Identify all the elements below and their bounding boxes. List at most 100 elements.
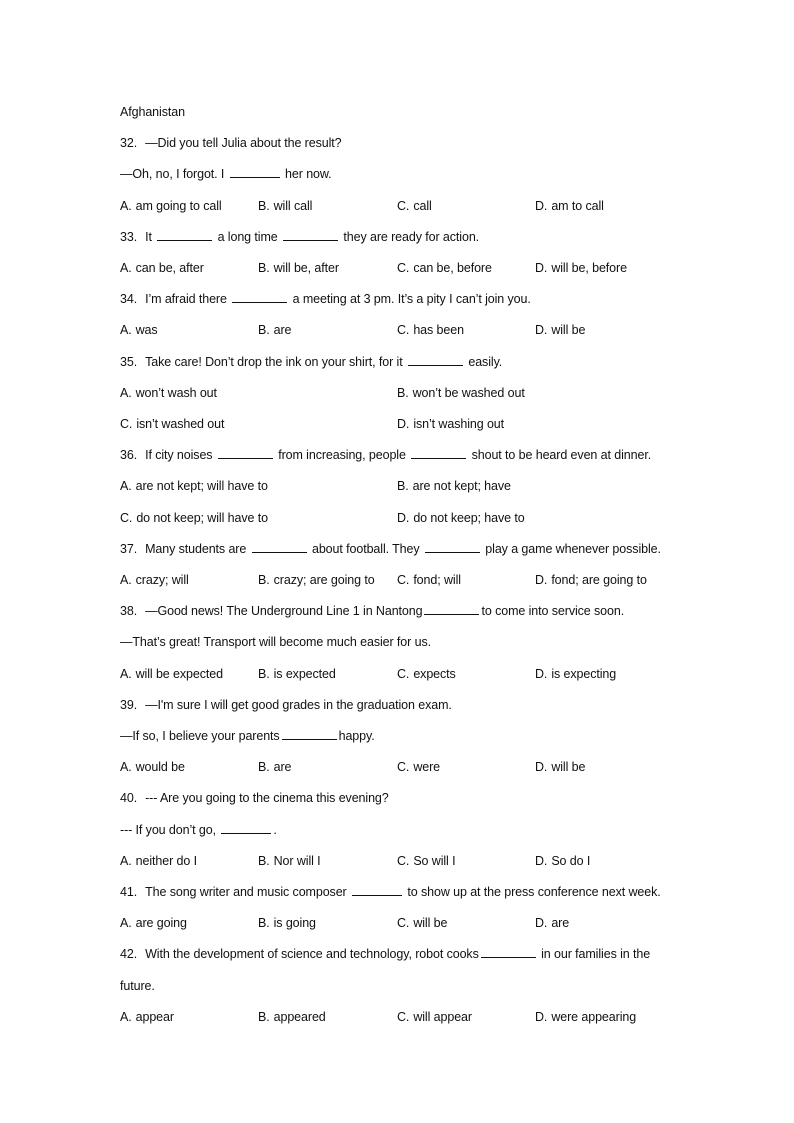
answer-option-c: C. were bbox=[397, 757, 440, 777]
stem-text: happy. bbox=[338, 729, 375, 743]
option-letter: D. bbox=[535, 323, 548, 338]
question-stem: 38. —Good news! The Underground Line 1 in… bbox=[120, 601, 624, 621]
question-number: 32. bbox=[120, 136, 138, 151]
question-stem: 39. —I'm sure I will get good grades in t… bbox=[120, 695, 452, 715]
option-text: appeared bbox=[273, 1009, 326, 1024]
stem-text: shout to be heard even at dinner. bbox=[468, 448, 652, 463]
option-text: call bbox=[413, 198, 432, 213]
stem-text: to come into service soon. bbox=[481, 604, 625, 619]
option-text: So will I bbox=[413, 853, 456, 868]
option-text: fond; will bbox=[413, 573, 461, 587]
question-stem-continued: —If so, I believe your parents happy. bbox=[120, 726, 375, 746]
option-text: are not kept; have bbox=[412, 479, 511, 494]
option-text: can be, before bbox=[413, 261, 492, 275]
answer-option-d: D. fond; are going to bbox=[535, 570, 647, 590]
options-row: A. was B. are C. has been D. will be bbox=[120, 320, 680, 340]
option-letter: C. bbox=[397, 198, 410, 213]
answer-blank bbox=[232, 289, 288, 304]
stem-text: —Oh, no, I forgot. I bbox=[120, 167, 228, 182]
option-text: crazy; are going to bbox=[273, 573, 375, 587]
answer-blank bbox=[217, 445, 273, 460]
option-text: will be expected bbox=[135, 666, 223, 681]
answer-option-c: C. will be bbox=[397, 913, 447, 933]
option-text: isn’t washing out bbox=[413, 417, 505, 431]
options-row: A. neither do I B. Nor will I C. So will I D. S… bbox=[120, 851, 680, 871]
answer-option-b: B. are bbox=[258, 320, 292, 340]
option-text: would be bbox=[135, 760, 185, 775]
options-row: A. appear B. appeared C. will appear D. were ap… bbox=[120, 1007, 680, 1027]
option-text: were appearing bbox=[551, 1009, 637, 1024]
option-letter: D. bbox=[535, 573, 548, 587]
option-text: will be bbox=[551, 760, 586, 775]
answer-option-c: C. isn’t washed out bbox=[120, 414, 224, 434]
option-letter: C. bbox=[397, 916, 410, 931]
option-letter: A. bbox=[120, 261, 132, 275]
answer-option-d: D. will be bbox=[535, 757, 585, 777]
question-stem: 42. With the development of science and t… bbox=[120, 944, 650, 964]
answer-option-b: B. appeared bbox=[258, 1007, 326, 1027]
options-row: C. isn’t washed out D. isn’t washing out bbox=[120, 414, 680, 434]
answer-blank bbox=[480, 944, 536, 959]
answer-option-d: D. So do I bbox=[535, 851, 590, 871]
option-text: can be, after bbox=[135, 261, 204, 275]
answer-blank bbox=[251, 539, 307, 553]
option-text: is expected bbox=[273, 666, 336, 681]
question-number: 36. bbox=[120, 448, 138, 463]
answer-blank bbox=[221, 820, 272, 834]
question-number: 39. bbox=[120, 697, 138, 712]
answer-blank bbox=[229, 164, 280, 179]
question-number: 40. bbox=[120, 791, 138, 806]
stem-text: to show up at the press conference next … bbox=[404, 885, 661, 899]
option-text: is going bbox=[273, 916, 316, 931]
stem-text: easily. bbox=[464, 354, 503, 369]
stem-text: from increasing, people bbox=[274, 448, 410, 463]
option-text: expects bbox=[413, 666, 456, 681]
stem-text: play a game whenever possible. bbox=[481, 541, 661, 556]
answer-option-d: D. are bbox=[535, 913, 569, 933]
document-page: Afghanistan 32. —Did you tell Julia about… bbox=[0, 0, 794, 1123]
option-letter: A. bbox=[120, 760, 132, 775]
answer-blank bbox=[352, 882, 402, 896]
stem-text: in our families in the bbox=[537, 947, 651, 962]
option-text: isn’t washed out bbox=[136, 417, 225, 431]
option-text: was bbox=[135, 323, 158, 338]
question-stem-continued: —Oh, no, I forgot. I her now. bbox=[120, 164, 332, 184]
answer-option-b: B. are not kept; have bbox=[397, 476, 511, 496]
option-letter: B. bbox=[258, 853, 270, 868]
answer-option-c: C. expects bbox=[397, 664, 456, 684]
answer-option-a: A. was bbox=[120, 320, 158, 340]
option-letter: B. bbox=[258, 573, 270, 587]
option-text: are going bbox=[135, 916, 187, 931]
question-stem: 41. The song writer and music composer to… bbox=[120, 882, 661, 902]
answer-option-b: B. crazy; are going to bbox=[258, 570, 375, 590]
option-text: won’t wash out bbox=[135, 385, 217, 400]
answer-option-a: A. are not kept; will have to bbox=[120, 476, 268, 496]
stem-text: —If so, I believe your parents bbox=[120, 729, 280, 743]
option-letter: C. bbox=[397, 1009, 410, 1024]
stem-text: —Did you tell Julia about the result? bbox=[145, 136, 342, 151]
answer-option-d: D. do not keep; have to bbox=[397, 508, 525, 528]
options-row: A. are not kept; will have to B. are not ke… bbox=[120, 476, 680, 496]
answer-option-d: D. will be, before bbox=[535, 258, 627, 278]
option-letter: B. bbox=[258, 1009, 270, 1024]
option-text: fond; are going to bbox=[551, 573, 647, 587]
option-letter: A. bbox=[120, 573, 132, 587]
stem-text: It bbox=[145, 229, 156, 244]
option-letter: A. bbox=[120, 323, 132, 338]
option-text: will be, before bbox=[551, 261, 627, 275]
option-letter: A. bbox=[120, 853, 132, 868]
option-text: am to call bbox=[551, 198, 604, 213]
options-row: A. won’t wash out B. won’t be washed out bbox=[120, 383, 680, 403]
option-letter: A. bbox=[120, 666, 132, 681]
question-number: 38. bbox=[120, 604, 138, 619]
option-text: will be bbox=[551, 323, 586, 338]
option-letter: D. bbox=[535, 198, 548, 213]
option-letter: A. bbox=[120, 385, 132, 400]
stem-text: a long time bbox=[214, 229, 281, 244]
answer-option-a: A. crazy; will bbox=[120, 570, 189, 590]
option-letter: A. bbox=[120, 1009, 132, 1024]
option-letter: B. bbox=[258, 666, 270, 681]
question-stem: 40. --- Are you going to the cinema this … bbox=[120, 788, 389, 808]
answer-blank bbox=[283, 227, 338, 241]
answer-option-c: C. has been bbox=[397, 320, 464, 340]
